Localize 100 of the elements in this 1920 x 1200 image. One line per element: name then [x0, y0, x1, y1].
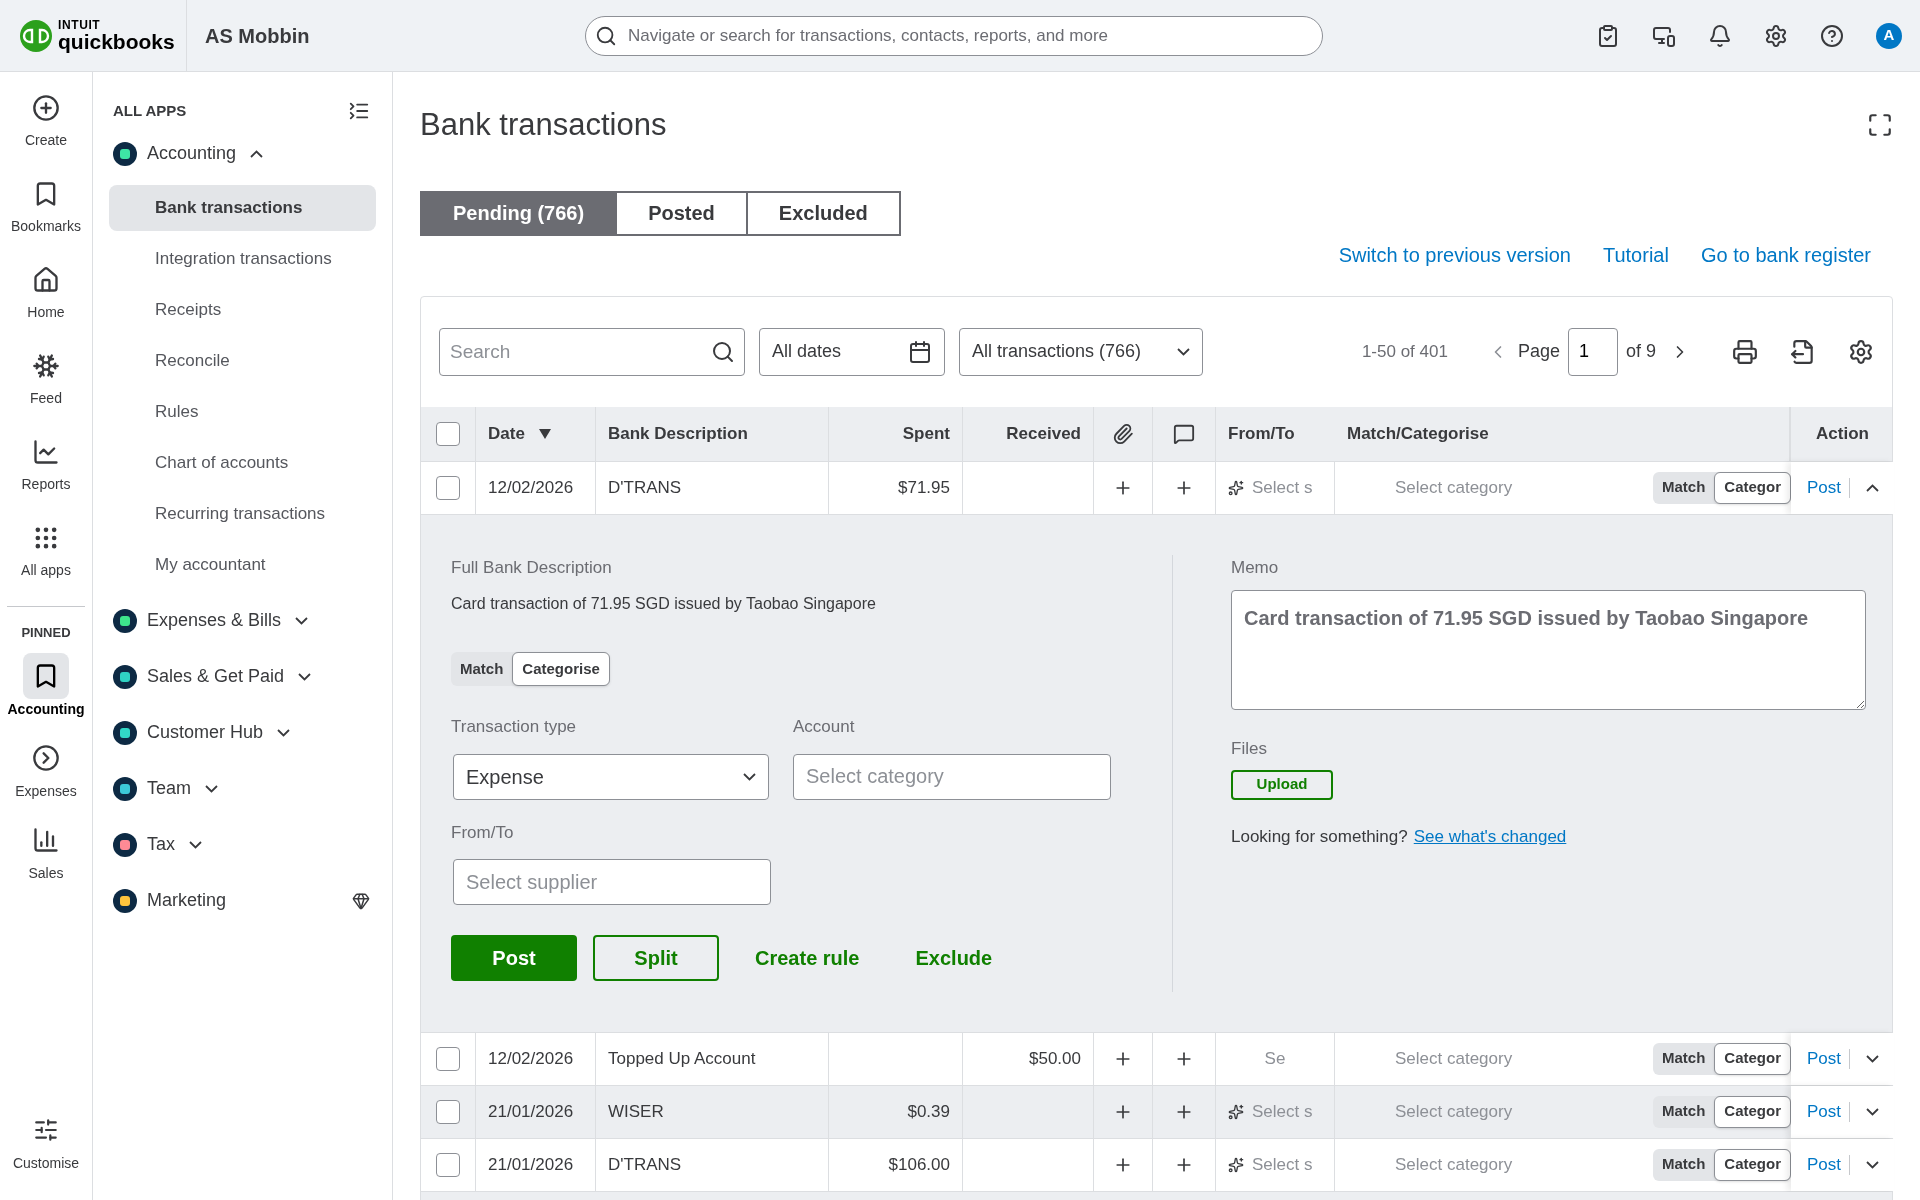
toggle-option[interactable]: Categor [1714, 1042, 1791, 1075]
row-checkbox[interactable] [436, 1099, 460, 1124]
rail-item[interactable]: All apps [21, 524, 71, 610]
app-icon [113, 720, 137, 745]
app-group[interactable]: Tax [109, 816, 376, 873]
range-text: 1-50 of 401 [1361, 340, 1448, 363]
date-filter-dropdown[interactable]: All dates [759, 327, 945, 376]
toggle-option[interactable]: Match [1652, 471, 1715, 504]
post-link[interactable]: Post [1807, 1045, 1842, 1072]
app-menu-item[interactable]: Integration transactions [109, 235, 376, 282]
rail-item[interactable]: Home [27, 266, 65, 352]
rail-item[interactable]: Create [25, 94, 67, 180]
search-field[interactable]: Search [439, 327, 745, 376]
column-header[interactable]: Date [488, 420, 525, 447]
page-number-field[interactable]: 1 [1567, 327, 1618, 376]
post-link[interactable]: Post [1807, 1151, 1842, 1178]
sparkle-icon [1228, 1156, 1244, 1173]
notifications-icon[interactable] [1708, 23, 1732, 48]
header-link[interactable]: Tutorial [1602, 239, 1669, 270]
row-checkbox[interactable] [436, 1152, 460, 1177]
upload-button[interactable]: Upload [1231, 769, 1333, 800]
help-icon[interactable] [1820, 23, 1844, 48]
pinned-app[interactable]: Accounting [7, 652, 85, 725]
app-group[interactable]: Expenses & Bills [109, 592, 376, 649]
rail-item[interactable]: Bookmarks [11, 180, 81, 266]
comment-icon [1173, 422, 1195, 445]
tasks-icon[interactable] [1596, 23, 1620, 48]
settings-icon[interactable] [1764, 23, 1788, 48]
app-group[interactable]: Accounting [109, 122, 376, 185]
table-cell-text: 12/02/2026 [488, 1047, 574, 1070]
app-group[interactable]: Team [109, 760, 376, 817]
table-cell-text: D'TRANS [608, 476, 682, 499]
toggle-option[interactable]: Match [451, 652, 513, 686]
rail-item[interactable]: Reports [21, 438, 71, 524]
row-checkbox[interactable] [436, 1046, 460, 1071]
toggle-option[interactable]: Categor [1714, 1148, 1791, 1181]
app-group[interactable]: Marketing [109, 872, 376, 929]
export-icon[interactable] [1790, 338, 1816, 365]
field-label: Memo [1231, 556, 1280, 579]
column-header: Received [1006, 422, 1081, 445]
toggle-option[interactable]: Match [1652, 1042, 1715, 1075]
caret-icon[interactable] [1866, 483, 1880, 492]
field-label: From/To [451, 821, 515, 844]
supplier-field[interactable]: Select supplier [453, 859, 771, 905]
table-cell-text: 12/02/2026 [488, 476, 574, 499]
app-icon [113, 664, 137, 689]
caret-icon[interactable] [1866, 1160, 1880, 1169]
whats-changed-link[interactable]: See what's changed [1413, 823, 1567, 849]
app-menu-item[interactable]: Rules [109, 388, 376, 435]
global-search-field[interactable]: Navigate or search for transactions, contacts, reports, and more [585, 15, 1323, 56]
header-link[interactable]: Go to bank register [1700, 239, 1871, 270]
column-header: Action [1816, 422, 1869, 445]
post-link[interactable]: Post [1807, 474, 1842, 501]
app-menu-item[interactable]: Recurring transactions [109, 490, 376, 537]
exclude-button[interactable]: Exclude [895, 935, 1013, 981]
app-menu-item[interactable]: Receipts [109, 286, 376, 333]
select-all-checkbox[interactable] [436, 421, 460, 446]
toggle-option[interactable]: Match [1652, 1148, 1715, 1181]
header-link[interactable]: Switch to previous version [1338, 239, 1571, 270]
toggle-option[interactable]: Categorise [512, 652, 610, 686]
table-cell-text: $0.39 [907, 1100, 950, 1123]
pinned-app[interactable]: Sales [23, 816, 69, 889]
post-button[interactable]: Post [451, 935, 577, 981]
avatar[interactable]: A [1876, 22, 1902, 49]
memo-field[interactable]: Card transaction of 71.95 SGD issued by Taobao Singapore [1231, 590, 1866, 710]
app-menu-item[interactable]: Reconcile [109, 337, 376, 384]
table-cell-text: WISER [608, 1100, 664, 1123]
print-icon[interactable] [1732, 338, 1758, 365]
toggle-option[interactable]: Categor [1714, 1095, 1791, 1128]
status-tab[interactable]: Pending (766) [420, 190, 618, 236]
row-checkbox[interactable] [436, 475, 460, 500]
toggle-option[interactable]: Categor [1714, 471, 1791, 504]
rail-item[interactable]: Feed [30, 352, 62, 438]
table-cell-text: 21/01/2026 [488, 1100, 574, 1123]
table-cell-text: $71.95 [898, 476, 950, 499]
status-tab[interactable]: Posted [615, 190, 748, 236]
app-icon [113, 888, 137, 913]
status-tab[interactable]: Excluded [745, 190, 901, 236]
account-field[interactable]: Select category [793, 753, 1111, 800]
split-button[interactable]: Split [593, 935, 719, 981]
caret-icon[interactable] [1866, 1107, 1880, 1116]
home-icon [32, 266, 60, 294]
toggle-option[interactable]: Match [1652, 1095, 1715, 1128]
create-rule-button[interactable]: Create rule [735, 935, 880, 981]
app-group[interactable]: Customer Hub [109, 704, 376, 761]
app-menu-item[interactable]: Chart of accounts [109, 439, 376, 486]
type-filter-dropdown[interactable]: All transactions (766) [959, 327, 1203, 376]
app-menu-item[interactable]: My accountant [109, 541, 376, 588]
pinned-app[interactable]: Expenses [15, 734, 77, 807]
app-group[interactable]: Sales & Get Paid [109, 648, 376, 705]
fullscreen-icon[interactable] [1867, 112, 1893, 139]
post-link[interactable]: Post [1807, 1098, 1842, 1125]
app-icon [113, 832, 137, 857]
caret-icon[interactable] [1866, 1054, 1880, 1063]
page-label: Page [1517, 340, 1560, 363]
settings-icon[interactable] [1848, 338, 1874, 365]
app-menu-item[interactable]: Bank transactions [109, 184, 376, 231]
transaction-type-dropdown[interactable]: Expense [453, 753, 769, 800]
customise-item[interactable]: Customise [12, 1117, 80, 1174]
sparkle-icon [1228, 1103, 1244, 1120]
